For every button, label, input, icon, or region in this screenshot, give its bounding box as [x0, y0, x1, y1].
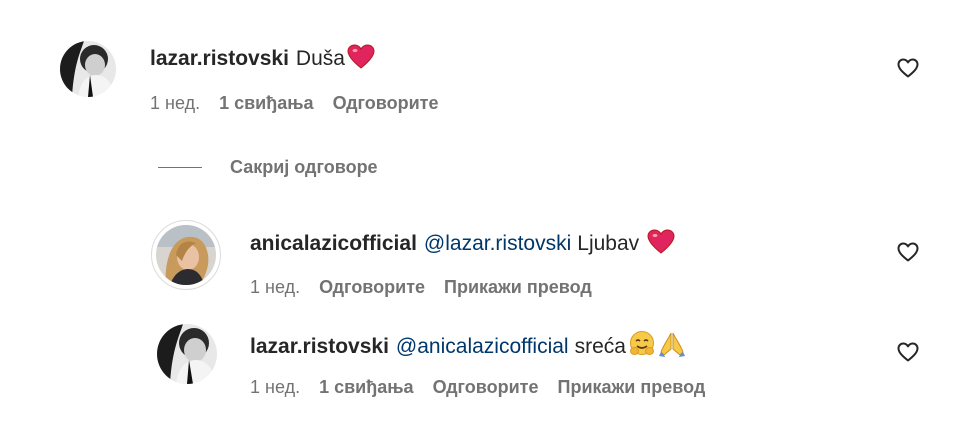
comment-line: anicalazicofficial @lazar.ristovski Ljubav: [250, 229, 675, 262]
divider: [158, 166, 202, 168]
timestamp[interactable]: 1 нед.: [250, 377, 300, 397]
avatar[interactable]: [156, 225, 216, 285]
hide-replies-label: Сакриј одговоре: [230, 156, 378, 177]
folded-hands-emoji: [658, 330, 686, 365]
heart-outline-icon: [897, 342, 919, 362]
hide-replies-button[interactable]: Сакриј одговоре: [158, 154, 378, 180]
like-comment-button[interactable]: [896, 240, 920, 264]
username-link[interactable]: lazar.ristovski: [250, 335, 389, 358]
heart-outline-icon: [897, 58, 919, 78]
reply-button[interactable]: Одговорите: [333, 93, 439, 113]
comment-item: lazar.ristovski Duša 1 нед. 1 свиђања Одгов…: [0, 0, 959, 130]
username-link[interactable]: lazar.ristovski: [150, 47, 289, 70]
red-heart-emoji: [347, 44, 375, 77]
reply-item: anicalazicofficial @lazar.ristovski Ljubav…: [0, 210, 959, 310]
see-translation-button[interactable]: Прикажи превод: [444, 277, 592, 297]
mention-link[interactable]: @lazar.ristovski: [424, 232, 571, 255]
comment-line: lazar.ristovski Duša: [150, 44, 375, 77]
comment-text: Ljubav: [577, 232, 640, 255]
reply-button[interactable]: Одговорите: [433, 377, 539, 397]
see-translation-button[interactable]: Прикажи превод: [558, 377, 706, 397]
timestamp[interactable]: 1 нед.: [150, 93, 200, 113]
reply-item: lazar.ristovski @anicalazicofficial sreća …: [0, 310, 959, 420]
likes-count-link[interactable]: 1 свиђања: [219, 93, 313, 113]
comment-line: lazar.ristovski @anicalazicofficial sreća: [250, 330, 686, 365]
hugging-face-emoji: [628, 330, 656, 365]
reply-button[interactable]: Одговорите: [319, 277, 425, 297]
likes-count-link[interactable]: 1 свиђања: [319, 377, 413, 397]
comment-meta: 1 нед. 1 свиђања Одговорите Прикажи превод: [250, 376, 724, 398]
comment-text: sreća: [574, 335, 626, 358]
like-comment-button[interactable]: [896, 340, 920, 364]
username-link[interactable]: anicalazicofficial: [250, 232, 417, 255]
avatar[interactable]: [60, 41, 116, 97]
mention-link[interactable]: @anicalazicofficial: [396, 335, 569, 358]
like-comment-button[interactable]: [896, 56, 920, 80]
comment-meta: 1 нед. Одговорите Прикажи превод: [250, 276, 611, 298]
red-heart-emoji: [647, 229, 675, 262]
timestamp[interactable]: 1 нед.: [250, 277, 300, 297]
heart-outline-icon: [897, 242, 919, 262]
comment-text: Duša: [295, 47, 345, 70]
avatar[interactable]: [157, 324, 217, 384]
comment-meta: 1 нед. 1 свиђања Одговорите: [150, 92, 458, 114]
